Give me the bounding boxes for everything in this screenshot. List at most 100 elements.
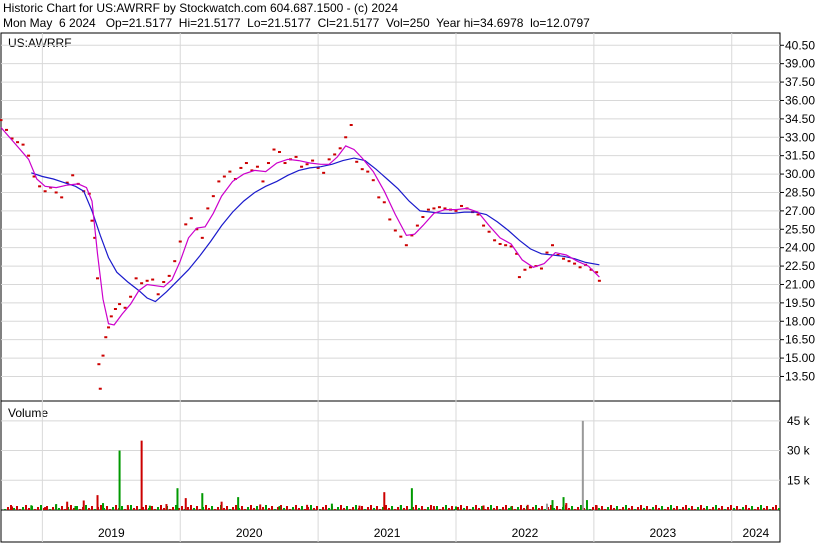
volume-bar [502,507,504,510]
volume-bar [472,507,474,510]
price-mark [266,162,270,165]
volume-bar [478,508,480,510]
volume-spike [585,500,588,510]
volume-bar [514,509,516,510]
x-tick-label: 2022 [512,526,539,540]
volume-bar [310,505,312,510]
volume-bar [727,507,729,510]
x-tick-label: 2020 [236,526,263,540]
price-mark [156,293,160,296]
volume-bar [670,505,672,510]
volume-bar [778,508,780,510]
price-mark [173,260,177,263]
price-tick-label: 25.50 [785,222,815,236]
volume-bar [22,507,24,510]
volume-bar [673,508,675,510]
volume-bar [256,506,258,510]
volume-bar [136,506,138,510]
volume-bar [301,506,303,510]
volume-bar [712,507,714,510]
volume-spike [96,495,99,510]
volume-spike [432,506,435,510]
volume-bar [691,506,693,510]
price-mark [272,148,276,151]
volume-bar [688,508,690,510]
price-mark [134,277,138,280]
volume-bar [733,508,735,510]
volume-bar [322,507,324,510]
price-mark [38,185,42,188]
price-mark [43,190,47,193]
price-tick-label: 27.00 [785,204,815,218]
price-mark [21,143,25,146]
volume-bar [616,506,618,510]
volume-spike [595,505,598,510]
price-mark [151,278,155,281]
volume-bar [682,507,684,510]
volume-bar [394,509,396,510]
volume-spike [259,504,262,510]
volume-bar [499,509,501,510]
volume-spike [30,505,33,510]
volume-bar [736,506,738,510]
volume-bar [445,505,447,510]
volume-spike [526,504,529,510]
volume-bar [634,509,636,510]
volume-bar [37,507,39,510]
price-tick-label: 30.00 [785,167,815,181]
volume-tick-label: 15 k [787,473,811,487]
volume-bar [772,507,774,510]
volume-bar [346,506,348,510]
price-mark [60,196,64,199]
volume-bar [160,505,162,510]
price-mark [283,162,287,165]
price-mark [145,279,149,282]
volume-bar [4,509,6,510]
volume-bar [289,509,291,510]
price-mark [333,153,337,156]
price-mark [104,336,108,339]
price-mark [573,262,577,265]
volume-spike [482,505,485,510]
volume-bar [556,506,558,510]
price-mark [167,274,171,277]
price-mark [355,160,359,163]
volume-bar [157,507,159,510]
volume-bar [211,506,213,510]
price-mark [504,244,508,247]
volume-bar [544,509,546,510]
volume-bar [739,509,741,510]
volume-bar [298,508,300,510]
price-mark [399,235,403,238]
price-mark [437,206,441,209]
volume-bar [91,506,93,510]
volume-bar [775,505,777,510]
price-mark [338,147,342,150]
volume-bar [247,507,249,510]
volume-spike [565,503,568,510]
volume-bar [226,506,228,510]
volume-bars [4,420,780,510]
volume-bar [649,509,651,510]
price-mark [129,295,133,298]
price-mark [404,244,408,247]
volume-bar [652,507,654,510]
price-tick-label: 36.00 [785,93,815,107]
volume-spike [237,497,240,510]
volume-bar [757,507,759,510]
volume-bar [130,505,132,510]
price-tick-label: 13.50 [785,369,815,383]
volume-bar [709,509,711,510]
grid-lines [1,33,780,542]
volume-bar [538,508,540,510]
price-mark [388,218,392,221]
volume-bar [364,509,366,510]
price-mark [322,171,326,174]
volume-bar [715,505,717,510]
price-mark [217,180,221,183]
moving-average-slow-line [31,157,600,303]
volume-bar [253,508,255,510]
volume-bar [355,505,357,510]
volume-bar [409,509,411,510]
price-mark [140,282,144,285]
